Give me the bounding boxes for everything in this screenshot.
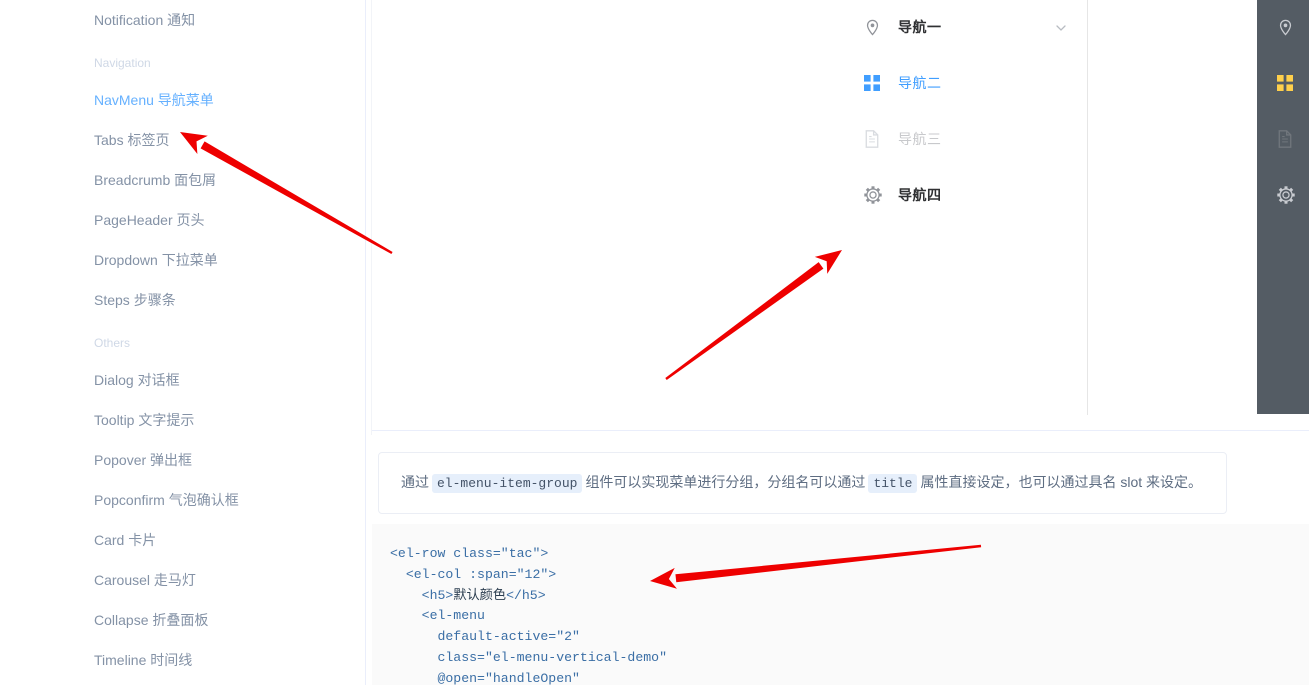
tip-part-3: 属性直接设定，也可以通过具名 slot 来设定。: [920, 474, 1202, 490]
tip-code-title: title: [868, 474, 917, 493]
sidebar-item-4[interactable]: Breadcrumb 面包屑: [0, 160, 365, 200]
sidebar-group-title: Navigation: [0, 40, 365, 80]
nav-menu-dark[interactable]: 导航一导航二导航三导航四: [1257, 0, 1309, 414]
grid-menu-icon: [864, 74, 888, 92]
sidebar: Notification 通知NavigationNavMenu 导航菜单Tab…: [0, 0, 366, 685]
code-snippet-pane: <el-row class="tac"> <el-col :span="12">…: [372, 524, 1309, 685]
nav-menu-light[interactable]: 导航一导航二导航三导航四: [844, 0, 1088, 415]
page-root: Notification 通知NavigationNavMenu 导航菜单Tab…: [0, 0, 1309, 685]
code-line: class="el-menu-vertical-demo": [372, 648, 1309, 669]
sidebar-item-6[interactable]: Dropdown 下拉菜单: [0, 240, 365, 280]
tip-part-1: 通过: [401, 474, 429, 490]
code-line: @open="handleOpen": [372, 669, 1309, 685]
menu-item-导航一[interactable]: 导航一: [1257, 0, 1309, 55]
tip-part-2: 组件可以实现菜单进行分组，分组名可以通过: [585, 474, 865, 490]
menu-demo-block: 导航一导航二导航三导航四 导航一导航二导航三导航四: [372, 0, 1309, 431]
sidebar-item-2[interactable]: NavMenu 导航菜单: [0, 80, 365, 120]
sidebar-item-16[interactable]: Timeline 时间线: [0, 640, 365, 680]
chevron-down-icon[interactable]: [1055, 21, 1067, 33]
sidebar-item-0[interactable]: Notification 通知: [0, 0, 365, 40]
menu-item-label: 导航一: [898, 17, 942, 37]
document-icon: [1277, 130, 1301, 148]
menu-item-导航三: 导航三: [844, 111, 1087, 167]
menu-item-导航一[interactable]: 导航一: [844, 0, 1087, 55]
document-icon: [864, 130, 888, 148]
description-tip-text: 通过el-menu-item-group组件可以实现菜单进行分组，分组名可以通过…: [401, 471, 1202, 495]
menu-item-导航四[interactable]: 导航四: [844, 167, 1087, 223]
sidebar-item-5[interactable]: PageHeader 页头: [0, 200, 365, 240]
menu-item-导航二[interactable]: 导航二: [1257, 55, 1309, 111]
gear-icon: [864, 186, 888, 204]
sidebar-item-11[interactable]: Popover 弹出框: [0, 440, 365, 480]
code-line: <el-col :span="12">: [372, 565, 1309, 586]
sidebar-item-10[interactable]: Tooltip 文字提示: [0, 400, 365, 440]
location-icon: [864, 18, 888, 36]
gear-icon: [1277, 186, 1301, 204]
code-line: <el-menu: [372, 606, 1309, 627]
tip-code-el-menu-item-group: el-menu-item-group: [432, 474, 582, 493]
menu-item-导航二[interactable]: 导航二: [844, 55, 1087, 111]
sidebar-group-title: Others: [0, 320, 365, 360]
sidebar-item-7[interactable]: Steps 步骤条: [0, 280, 365, 320]
menu-item-label: 导航二: [898, 73, 942, 93]
sidebar-item-13[interactable]: Card 卡片: [0, 520, 365, 560]
sidebar-item-15[interactable]: Collapse 折叠面板: [0, 600, 365, 640]
code-line: <h5>默认颜色</h5>: [372, 586, 1309, 607]
menu-item-label: 导航四: [898, 185, 942, 205]
sidebar-item-12[interactable]: Popconfirm 气泡确认框: [0, 480, 365, 520]
sidebar-item-9[interactable]: Dialog 对话框: [0, 360, 365, 400]
menu-item-导航四[interactable]: 导航四: [1257, 167, 1309, 223]
code-line: <el-row class="tac">: [372, 544, 1309, 565]
sidebar-item-3[interactable]: Tabs 标签页: [0, 120, 365, 160]
description-tip-box: 通过el-menu-item-group组件可以实现菜单进行分组，分组名可以通过…: [378, 452, 1227, 514]
sidebar-item-14[interactable]: Carousel 走马灯: [0, 560, 365, 600]
grid-menu-icon: [1277, 74, 1301, 92]
menu-item-label: 导航三: [898, 129, 942, 149]
location-icon: [1277, 18, 1301, 36]
menu-item-导航三: 导航三: [1257, 111, 1309, 167]
code-line: default-active="2": [372, 627, 1309, 648]
